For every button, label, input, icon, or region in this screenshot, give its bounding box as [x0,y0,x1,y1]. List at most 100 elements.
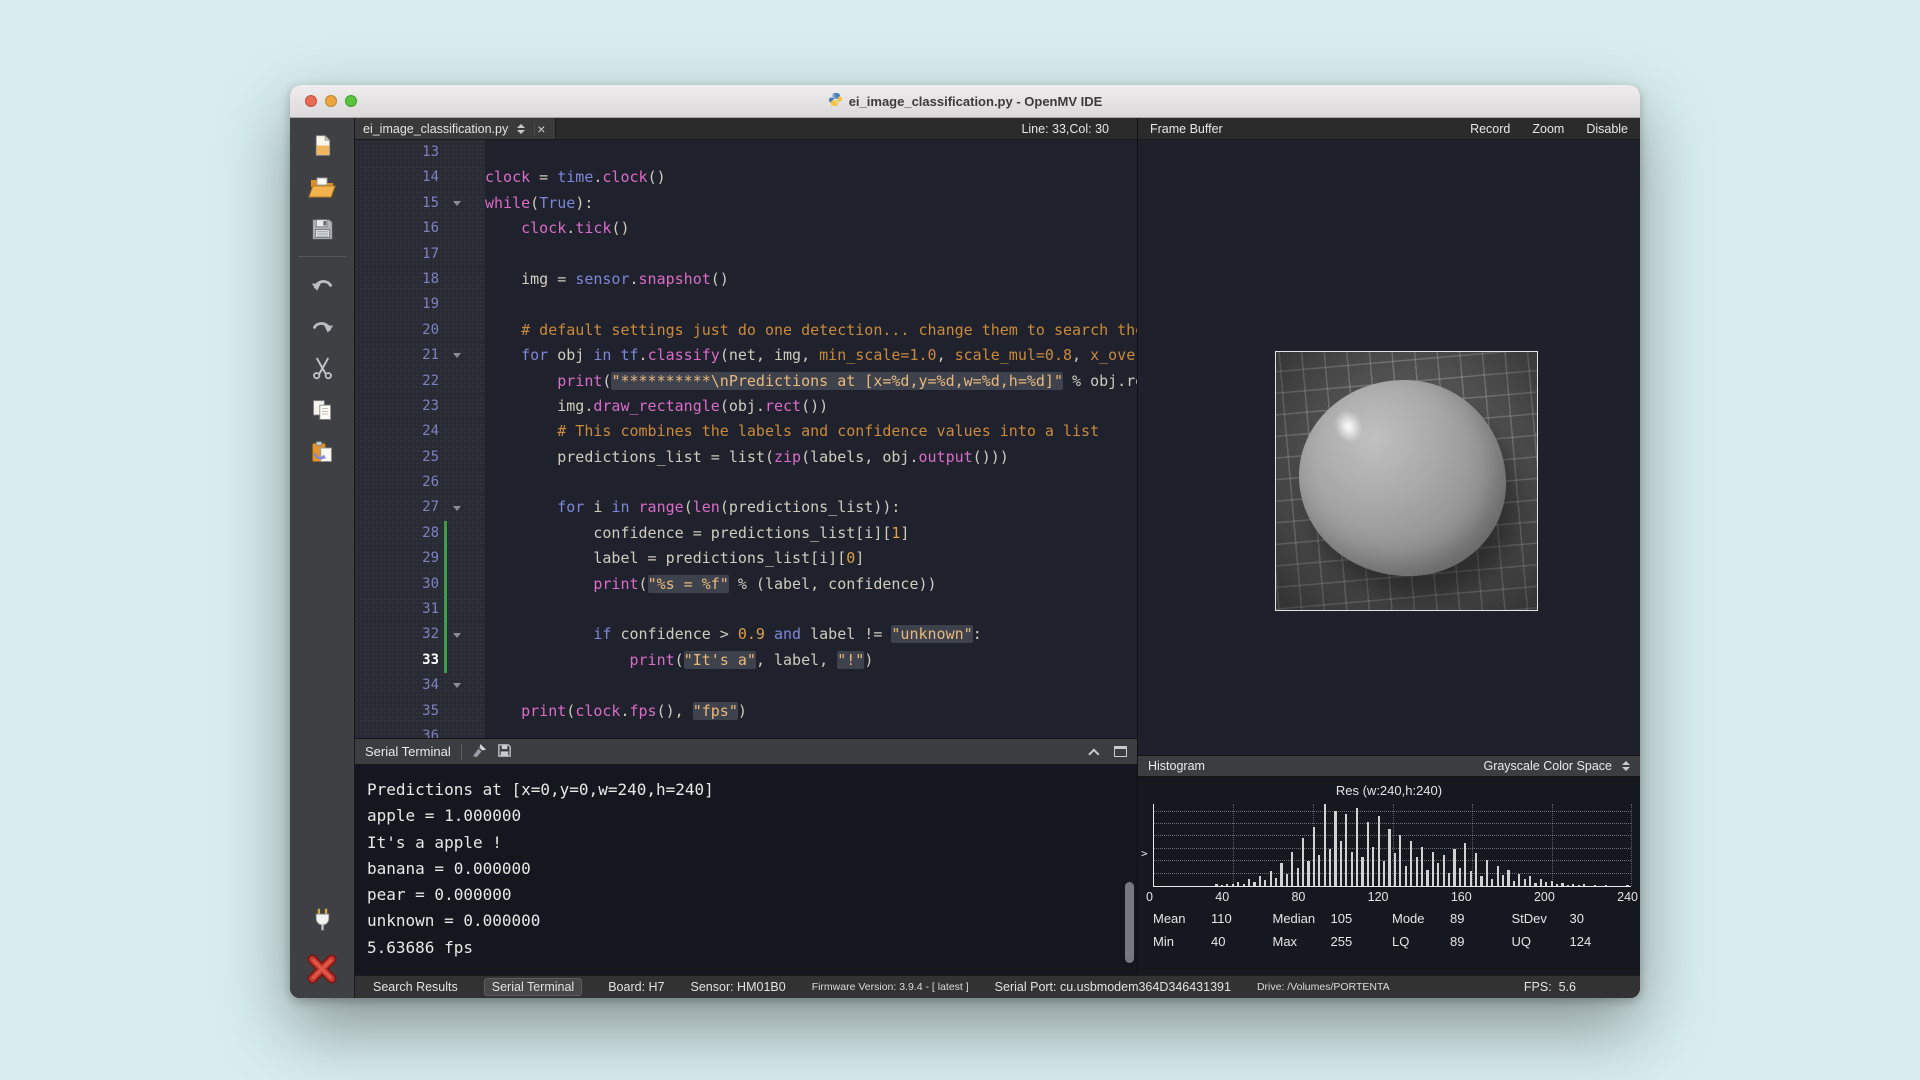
line-number: 24 [422,423,439,440]
copy-button[interactable] [302,389,342,431]
collapse-panel-icon[interactable] [1088,747,1100,760]
tab-stepper-icon[interactable] [517,123,526,134]
stat-uq: UQ 124 [1511,934,1592,949]
gutter: 27 [355,495,485,521]
fold-chevron-icon[interactable] [447,200,467,206]
code-text: clock = time.clock() [485,168,666,187]
serial-terminal-output[interactable]: Predictions at [x=0,y=0,w=240,h=240] appl… [355,765,1137,975]
code-lines: 13 14 clock = time.clock() 15 while(True): 16… [355,140,1137,738]
change-bar [444,470,447,495]
zoom-window-button[interactable] [345,95,357,107]
x-tick-label: 0 [1146,890,1153,904]
fb-control-zoom[interactable]: Zoom [1532,122,1564,136]
code-text: for i in range(len(predictions_list)): [557,498,901,517]
line-number: 14 [422,169,439,186]
gutter: 24 [355,419,485,445]
code-text: # default settings just do one detection… [521,320,1137,339]
color-space-dropdown[interactable]: Grayscale Color Space [1483,759,1612,773]
gutter: 15 [355,190,485,217]
line-number: 15 [422,194,439,211]
undo-button[interactable] [302,263,342,305]
gutter: 25 [355,444,485,471]
connect-button[interactable] [302,898,342,940]
frame-buffer-column: Frame Buffer Record Zoom Disable Histogram… [1137,118,1640,975]
fb-control-disable[interactable]: Disable [1586,122,1628,136]
save-log-icon[interactable] [497,743,512,761]
fold-chevron-icon[interactable] [447,505,467,511]
gutter: 17 [355,241,485,267]
gutter: 14 [355,165,485,191]
code-line-16: 16 clock.tick() [355,216,1137,242]
code-line-24: 24 # This combines the labels and confid… [355,419,1137,445]
tab-ei-image-classification[interactable]: ei_image_classification.py × [355,118,557,139]
color-space-stepper-icon[interactable] [1622,761,1630,771]
status-serial-port-cu-usbmodem364d346431391: Serial Port: cu.usbmodem364D346431391 [994,980,1231,994]
status-serial-terminal[interactable]: Serial Terminal [483,978,583,996]
x-tick-label: 120 [1367,890,1389,904]
code-text: predictions_list = list(zip(labels, obj.… [485,447,1009,466]
terminal-scrollbar[interactable] [1125,882,1134,963]
gutter: 23 [355,393,485,420]
minimize-window-button[interactable] [325,95,337,107]
code-line-15: 15 while(True): [355,190,1137,217]
apple-object [1299,380,1506,577]
code-line-25: 25 predictions_list = list(zip(labels, o… [355,444,1137,471]
code-line-14: 14 clock = time.clock() [355,165,1137,191]
gutter: 20 [355,317,485,344]
code-text: print("It's a", label, "!") [629,650,874,669]
fb-control-record[interactable]: Record [1470,122,1510,136]
tab-close-icon[interactable]: × [534,121,547,136]
new-file-icon [315,134,331,156]
close-window-button[interactable] [305,95,317,107]
fold-chevron-icon[interactable] [447,353,467,359]
terminal-line: apple = 1.000000 [367,806,522,826]
line-number: 36 [422,727,439,738]
code-line-34: 34 [355,673,1137,699]
openmv-ide-window: ei_image_classification.py - OpenMV IDE … [290,85,1640,998]
line-number: 32 [422,626,439,643]
change-bar [444,318,447,343]
toolbar-separator [298,256,346,257]
status-sensor-hm01b0: Sensor: HM01B0 [690,980,786,994]
line-number: 26 [422,474,439,491]
code-text: while(True): [485,193,594,212]
new-file-button[interactable] [302,124,342,166]
stop-button[interactable] [302,948,342,990]
line-number: 27 [422,499,439,516]
gutter: 28 [355,520,485,547]
code-line-32: 32 if confidence > 0.9 and label != "unk… [355,622,1137,648]
gutter: 36 [355,723,485,738]
python-file-icon [828,92,843,110]
code-line-27: 27 for i in range(len(predictions_list))… [355,495,1137,521]
line-number: 30 [422,575,439,592]
code-text: for obj in tf.classify(net, img, min_sca… [521,346,1137,365]
change-bar [444,267,447,292]
fold-chevron-icon[interactable] [447,632,467,638]
code-line-23: 23 img.draw_rectangle(obj.rect()) [355,393,1137,420]
code-editor[interactable]: 13 14 clock = time.clock() 15 while(True): 16… [355,140,1137,738]
frame-buffer-image [1275,351,1538,611]
stat-median: Median 105 [1272,911,1353,926]
line-number: 16 [422,220,439,237]
open-file-button[interactable] [302,166,342,208]
terminal-line: banana = 0.000000 [367,858,531,878]
paste-button[interactable] [302,431,342,473]
detach-panel-icon[interactable] [1114,746,1127,757]
code-line-22: 22 print("**********\nPredictions at [x=… [355,368,1137,394]
line-number: 13 [422,144,439,160]
code-line-31: 31 [355,597,1137,623]
line-number: 35 [422,702,439,719]
cut-button[interactable] [302,347,342,389]
code-line-30: 30 print("%s = %f" % (label, confidence)… [355,571,1137,598]
copy-icon [312,399,331,420]
code-line-20: 20 # default settings just do one detect… [355,317,1137,344]
undo-icon [311,279,332,291]
clear-log-icon[interactable] [472,743,487,761]
histogram-x-labels: 0 40 80 120 160 200 240 [1146,890,1638,904]
save-file-button[interactable] [302,208,342,250]
change-bar [444,597,447,623]
redo-button[interactable] [302,305,342,347]
stat-mode: Mode 89 [1392,911,1465,926]
fold-chevron-icon[interactable] [447,683,467,689]
status-search-results[interactable]: Search Results [373,980,458,994]
